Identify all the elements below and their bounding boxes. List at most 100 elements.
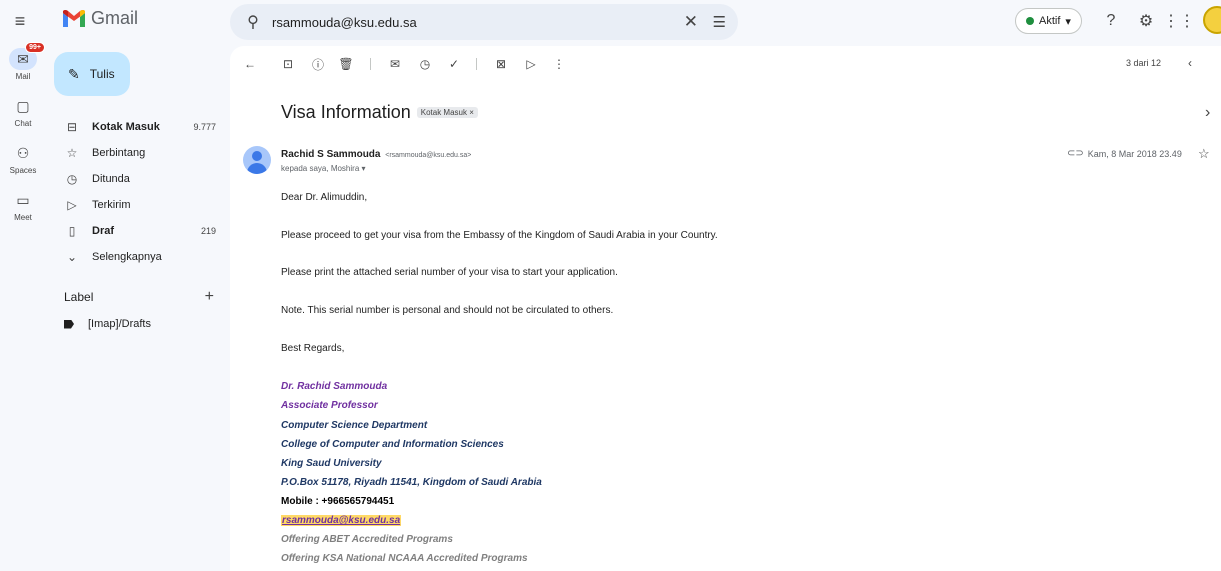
snooze-icon[interactable]: ◷: [415, 54, 435, 74]
message-pane: ← ⊡ ⓘ 🗑 ✉ ◷ ✓ ⊠ ▷ ⋮ 3 dari 12 ‹ Visa Inf…: [230, 46, 1221, 571]
compose-button[interactable]: ✎ Tulis: [54, 52, 130, 96]
subject-row: Visa Information Kotak Masuk ×: [281, 102, 478, 123]
sender-name[interactable]: Rachid S Sammouda: [281, 149, 380, 160]
mark-unread-icon[interactable]: ✉: [385, 54, 405, 74]
add-task-icon[interactable]: ✓: [444, 54, 464, 74]
sidebar-item-label: Ditunda: [92, 173, 130, 185]
star-icon: ☆: [66, 146, 78, 160]
unread-badge: 99+: [25, 42, 45, 53]
sidebar-item-more[interactable]: ⌄ Selengkapnya: [46, 244, 230, 270]
apps-grid-icon[interactable]: ⋮⋮: [1163, 10, 1195, 32]
rail-label-chat: Chat: [14, 119, 32, 128]
body-paragraph: Note. This serial number is personal and…: [281, 305, 614, 316]
labels-title: Label: [64, 290, 94, 304]
sidebar-item-label: Kotak Masuk: [92, 121, 160, 133]
app-rail: ✉ 99+ Mail ▢ Chat ⚇ Spaces ▭ Meet: [0, 42, 46, 236]
email-subject: Visa Information: [281, 102, 411, 122]
label-name: [Imap]/Drafts: [88, 318, 151, 330]
signature-mobile: Mobile : +966565794451: [281, 496, 395, 507]
signature-email-link[interactable]: rsammouda@ksu.edu.sa: [281, 515, 402, 526]
search-options-icon[interactable]: ☰: [713, 13, 726, 31]
folder-nav: ⊟ Kotak Masuk 9.777 ☆ Berbintang ◷ Ditun…: [46, 114, 230, 270]
chevron-left-icon[interactable]: ‹: [1188, 56, 1192, 70]
main-menu-icon[interactable]: ≡: [8, 9, 32, 33]
label-icon[interactable]: ▷: [521, 54, 541, 74]
send-icon: ▷: [67, 198, 77, 212]
avatar-head: [252, 151, 262, 161]
gmail-app: ≡ Gmail ⚲ ✕ ☰ Aktif ▾ ? ⚙ ⋮⋮: [0, 0, 1221, 571]
back-arrow-icon[interactable]: ←: [240, 54, 260, 74]
chat-icon: ▢: [16, 97, 30, 114]
gmail-logo[interactable]: Gmail: [63, 8, 138, 29]
spaces-icon: ⚇: [16, 144, 30, 161]
sidebar-item-label: Terkirim: [92, 199, 131, 211]
add-label-icon[interactable]: +: [205, 288, 214, 306]
gear-icon[interactable]: ⚙: [1135, 10, 1157, 32]
sidebar-item-label: Draf: [92, 225, 115, 237]
avatar-body: [247, 163, 267, 174]
body-paragraph: Please proceed to get your visa from the…: [281, 230, 718, 241]
toolbar-divider: [476, 58, 477, 70]
status-chip[interactable]: Aktif ▾: [1015, 8, 1082, 34]
search-input[interactable]: [272, 14, 672, 30]
signature-title: Associate Professor: [281, 400, 378, 411]
message-toolbar: ← ⊡ ⓘ 🗑 ✉ ◷ ✓ ⊠ ▷ ⋮ 3 dari 12 ‹: [230, 46, 1221, 82]
more-options-icon[interactable]: ⋮: [549, 54, 569, 74]
trash-icon[interactable]: 🗑: [336, 54, 356, 74]
inbox-count: 9.777: [193, 122, 216, 132]
meet-icon: ▭: [16, 191, 30, 208]
sidebar-item-snoozed[interactable]: ◷ Ditunda: [46, 166, 230, 192]
sidebar-item-drafts[interactable]: ▯ Draf 219: [46, 218, 230, 244]
inbox-icon: ⊟: [66, 120, 78, 134]
inbox-tag[interactable]: Kotak Masuk ×: [416, 107, 478, 118]
sender-line: Rachid S Sammouda <rsammouda@ksu.edu.sa>: [281, 149, 471, 160]
search-icon[interactable]: ⚲: [244, 13, 262, 31]
body-paragraph: Please print the attached serial number …: [281, 267, 618, 278]
clear-search-icon[interactable]: ✕: [684, 12, 698, 32]
signature-college: College of Computer and Information Scie…: [281, 439, 504, 450]
status-label: Aktif: [1039, 15, 1061, 27]
account-avatar[interactable]: [1203, 6, 1221, 34]
sidebar-item-sent[interactable]: ▷ Terkirim: [46, 192, 230, 218]
compose-label: Tulis: [89, 67, 115, 81]
chevron-down-icon: ⌄: [66, 250, 78, 264]
email-date: Kam, 8 Mar 2018 23.49: [1087, 148, 1182, 159]
signature-department: Computer Science Department: [281, 420, 428, 431]
labels-header: Label +: [64, 288, 214, 306]
sidebar-item-inbox[interactable]: ⊟ Kotak Masuk 9.777: [46, 114, 230, 140]
move-to-icon[interactable]: ⊠: [491, 54, 511, 74]
report-spam-icon[interactable]: ⓘ: [308, 54, 328, 74]
recipients-dropdown[interactable]: kepada saya, Moshira ▾: [281, 164, 366, 173]
signature-note: Offering ABET Accredited Programs: [281, 534, 453, 545]
signature-name: Dr. Rachid Sammouda: [281, 381, 388, 392]
sender-avatar[interactable]: [243, 146, 271, 174]
attachment-icon: ⊂⊃: [1067, 148, 1084, 159]
status-dot-icon: [1026, 17, 1034, 25]
pager-text: 3 dari 12: [1126, 58, 1162, 68]
sidebar-item-label-drafts[interactable]: [Imap]/Drafts: [64, 318, 151, 330]
sidebar-item-label: Selengkapnya: [92, 251, 162, 263]
close-icon[interactable]: ›: [1205, 104, 1210, 122]
gmail-m-icon: [63, 10, 85, 27]
signature-address: P.O.Box 51178, Riyadh 11541, Kingdom of …: [281, 477, 542, 488]
rail-item-chat[interactable]: ▢ Chat: [0, 95, 46, 129]
label-tag-icon: [64, 319, 74, 329]
signature-university: King Saud University: [281, 458, 382, 469]
sender-email: <rsammouda@ksu.edu.sa>: [385, 152, 472, 159]
chevron-down-icon: ▾: [1065, 15, 1071, 28]
clock-icon: ◷: [66, 172, 78, 186]
toolbar-divider: [370, 58, 371, 70]
rail-item-mail[interactable]: ✉ 99+ Mail: [0, 42, 46, 81]
rail-item-meet[interactable]: ▭ Meet: [0, 189, 46, 223]
top-bar: ≡ Gmail ⚲ ✕ ☰ Aktif ▾ ? ⚙ ⋮⋮: [0, 0, 1221, 42]
star-icon[interactable]: ☆: [1198, 146, 1210, 162]
signature-note: Offering KSA National NCAAA Accredited P…: [281, 553, 528, 564]
archive-icon[interactable]: ⊡: [278, 54, 298, 74]
sidebar-item-label: Berbintang: [92, 147, 146, 159]
rail-label-mail: Mail: [15, 72, 31, 81]
help-icon[interactable]: ?: [1100, 10, 1122, 32]
rail-item-spaces[interactable]: ⚇ Spaces: [0, 142, 46, 176]
body-closing: Best Regards,: [281, 343, 345, 354]
sidebar-item-starred[interactable]: ☆ Berbintang: [46, 140, 230, 166]
app-name: Gmail: [91, 8, 139, 28]
